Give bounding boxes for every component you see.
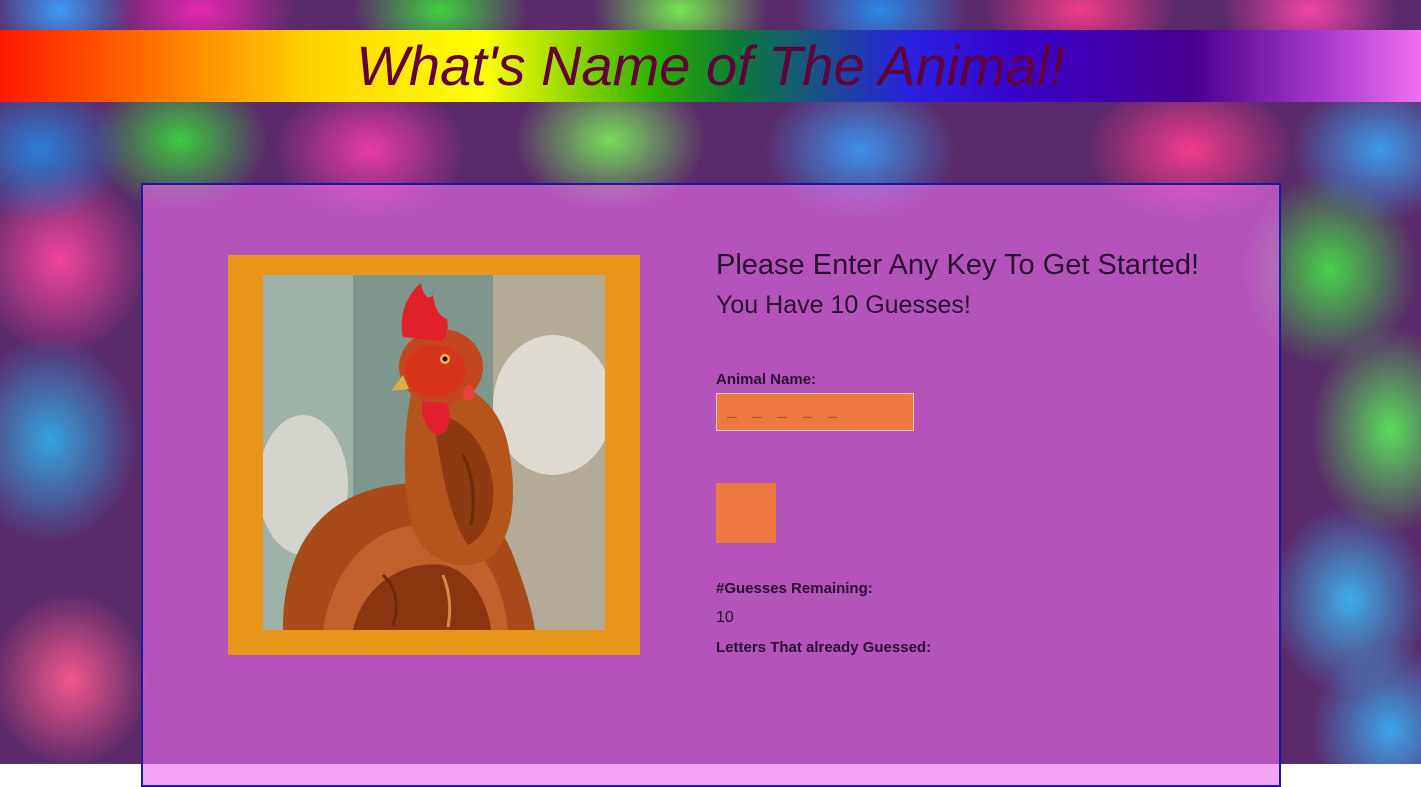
game-info: Please Enter Any Key To Get Started! You… — [716, 247, 1256, 656]
start-message: Please Enter Any Key To Get Started! — [716, 249, 1200, 281]
game-panel: Please Enter Any Key To Get Started! You… — [141, 183, 1281, 787]
animal-name-field[interactable]: _ _ _ _ _ — [716, 393, 914, 431]
guesses-remaining-value: 10 — [716, 609, 734, 626]
guess-button[interactable] — [716, 483, 776, 543]
chicken-illustration — [263, 275, 605, 630]
chicken-photo — [263, 275, 605, 630]
animal-name-label: Animal Name: — [716, 371, 817, 388]
guesses-remaining-label: #Guesses Remaining: — [716, 580, 873, 597]
title-banner: What's Name of The Animal! — [0, 30, 1421, 102]
guesses-message: You Have 10 Guesses! — [716, 291, 971, 319]
page-title: What's Name of The Animal! — [356, 34, 1065, 97]
image-frame — [228, 255, 640, 655]
letters-guessed-label: Letters That already Guessed: — [716, 639, 932, 656]
